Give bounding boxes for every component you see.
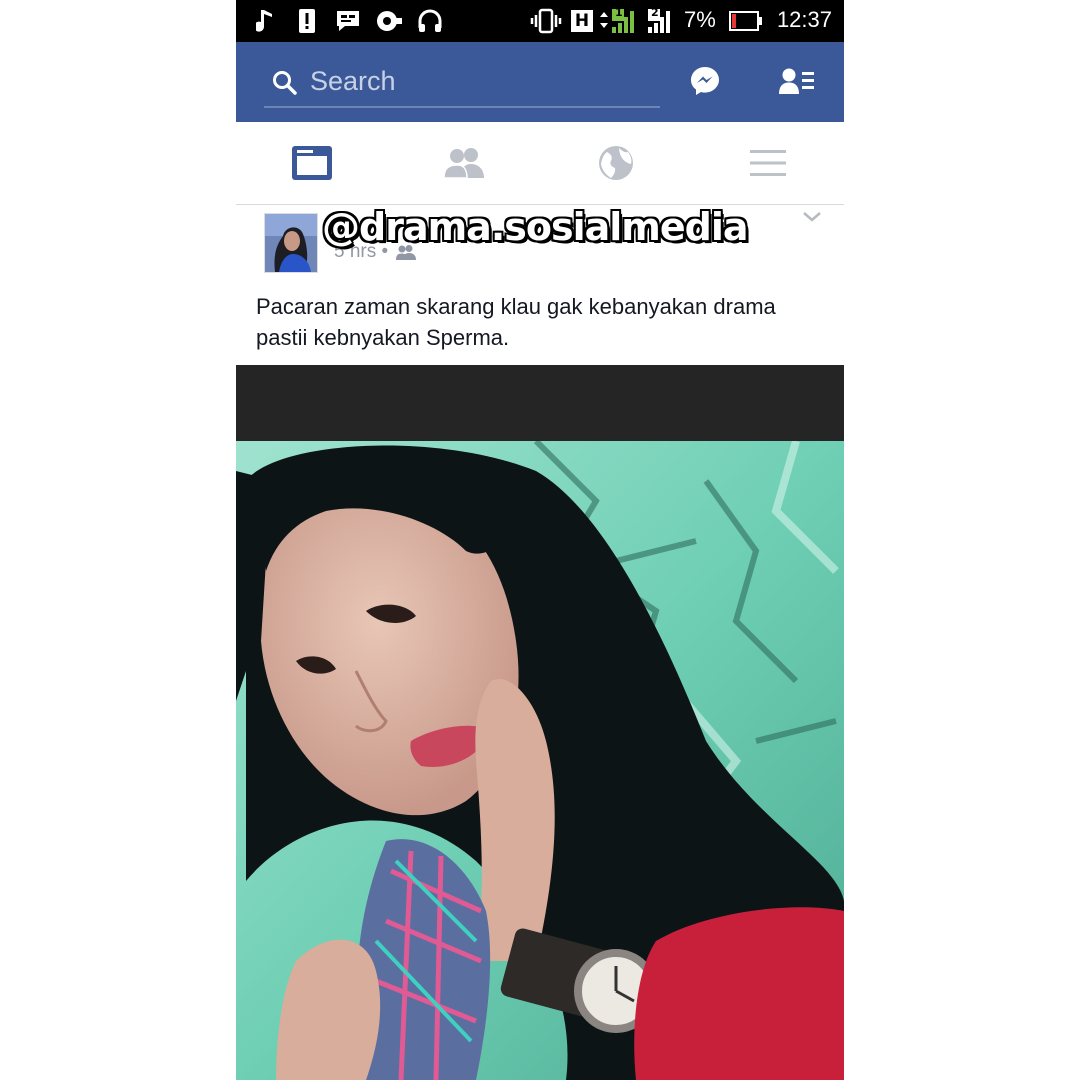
watermark-overlay: @drama.sosialmedia xyxy=(322,205,749,249)
globe-icon xyxy=(599,146,633,180)
friend-requests-icon[interactable] xyxy=(778,66,818,100)
post-text: Pacaran zaman skarang klau gak kebanyaka… xyxy=(256,294,776,350)
sim2-label: 2 xyxy=(651,6,659,19)
feed-post: 5 hrs • @drama.sosialmedia Pacaran zaman… xyxy=(236,205,844,365)
status-bar: H 1 2 7% 12:37 xyxy=(236,0,844,42)
network-type-badge: H xyxy=(570,6,594,36)
headset-icon xyxy=(416,6,444,36)
phone-screen: H 1 2 7% 12:37 Search 5 hrs • @drama.sos… xyxy=(236,0,844,1080)
signal-icon: 1 xyxy=(596,6,642,36)
search-input[interactable]: Search xyxy=(264,60,660,108)
chat-bubble-icon xyxy=(334,6,362,36)
battery-icon xyxy=(728,6,764,36)
tab-notifications[interactable] xyxy=(540,122,692,204)
tab-friends[interactable] xyxy=(388,122,540,204)
news-feed-icon xyxy=(292,146,332,180)
search-icon xyxy=(273,71,297,95)
alert-icon xyxy=(296,6,318,36)
post-photo[interactable] xyxy=(236,441,844,1080)
battery-percent: 7% xyxy=(684,7,716,32)
sim1-label: 1 xyxy=(615,6,623,19)
messenger-icon[interactable] xyxy=(688,64,724,100)
vibrate-icon xyxy=(530,6,562,36)
music-note-icon xyxy=(254,6,278,36)
tab-menu[interactable] xyxy=(692,122,844,204)
avatar[interactable] xyxy=(264,213,318,273)
tab-news-feed[interactable] xyxy=(236,122,388,204)
post-options-chevron-icon[interactable] xyxy=(802,209,822,228)
app-header: Search xyxy=(236,42,844,122)
photo-frame-top xyxy=(236,365,844,441)
tab-bar xyxy=(236,122,844,205)
signal-sim2-icon: 2 xyxy=(646,6,680,36)
search-placeholder: Search xyxy=(310,66,396,96)
friends-icon xyxy=(443,148,484,179)
eye-icon xyxy=(374,6,404,36)
menu-icon xyxy=(750,150,786,176)
clock: 12:37 xyxy=(776,7,832,32)
